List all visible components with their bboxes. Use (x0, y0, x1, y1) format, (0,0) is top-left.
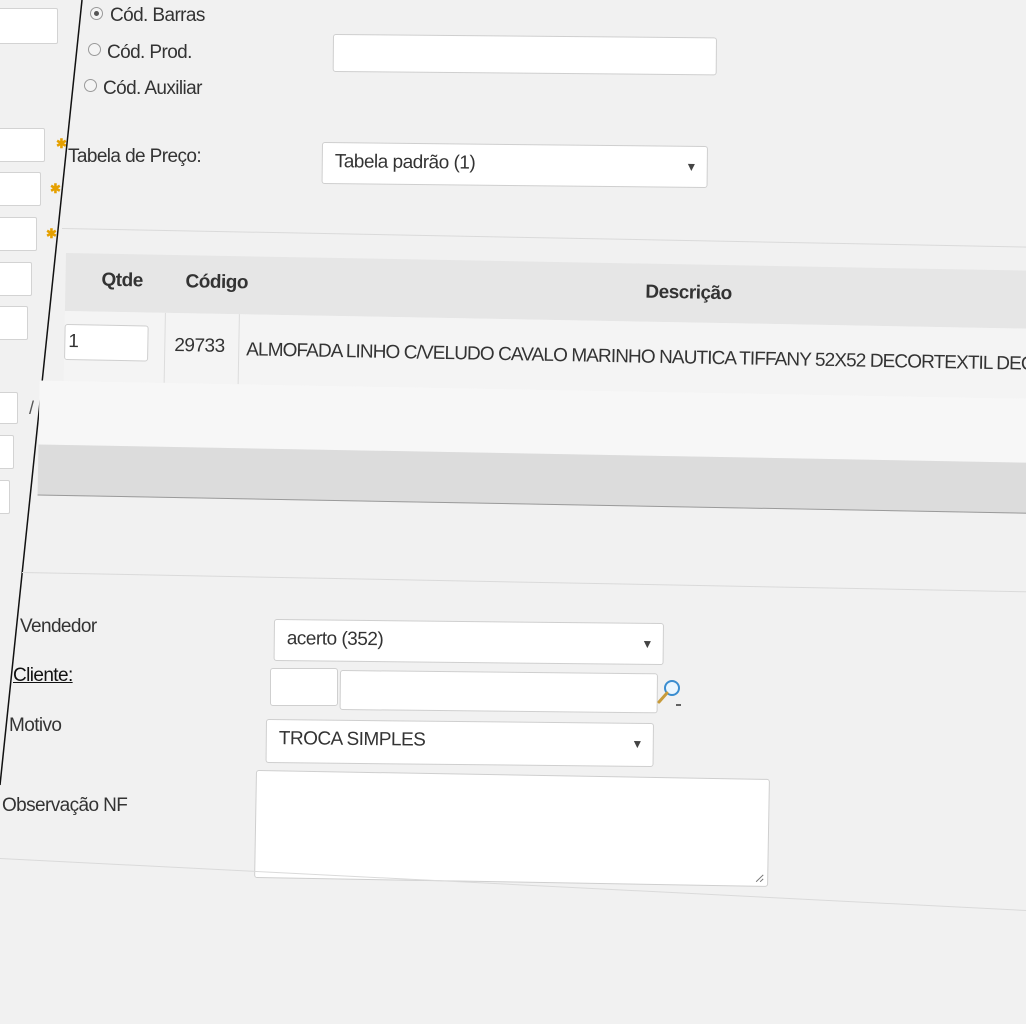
radio-cod-auxiliar-label: Cód. Auxiliar (103, 78, 202, 99)
resize-handle-icon[interactable] (754, 873, 764, 883)
caret-down-icon: ▼ (685, 159, 697, 174)
header-qtde: Qtde (101, 269, 143, 292)
caret-down-icon: ▼ (641, 636, 653, 651)
seller-select[interactable]: acerto (352) ▼ (273, 619, 664, 666)
client-label[interactable]: Cliente: (13, 665, 73, 687)
radio-cod-prod[interactable] (88, 43, 101, 56)
items-table: Qtde Código Descrição 1 29733 ALMOFADA L… (37, 253, 1026, 541)
note-label: Observação NF (2, 795, 128, 816)
header-descricao: Descrição (645, 281, 732, 305)
reason-select-value: TROCA SIMPLES (278, 728, 426, 751)
price-table-select[interactable]: Tabela padrão (1) ▼ (321, 142, 708, 189)
row-qty-input[interactable]: 1 (64, 323, 149, 362)
client-name-input[interactable] (339, 670, 658, 714)
reason-label: Motivo (9, 715, 62, 736)
radio-cod-auxiliar[interactable] (84, 79, 97, 92)
seller-label: Vendedor (20, 616, 97, 637)
row-code: 29733 (174, 335, 225, 357)
seller-select-value: acerto (352) (286, 628, 384, 651)
product-search-input[interactable] (332, 34, 717, 76)
client-code-input[interactable] (270, 668, 338, 706)
magnifier-icon[interactable] (656, 678, 684, 708)
caret-down-icon: ▼ (631, 736, 643, 751)
radio-cod-prod-label: Cód. Prod. (107, 42, 192, 63)
price-table-select-value: Tabela padrão (1) (334, 151, 476, 174)
reason-select[interactable]: TROCA SIMPLES ▼ (265, 719, 654, 768)
header-codigo: Código (185, 271, 249, 294)
radio-cod-barras[interactable] (90, 7, 103, 20)
note-textarea[interactable] (254, 770, 770, 887)
row-qty-value: 1 (68, 331, 80, 353)
price-table-label: Tabela de Preço: (68, 146, 202, 167)
radio-cod-barras-label: Cód. Barras (110, 5, 205, 26)
